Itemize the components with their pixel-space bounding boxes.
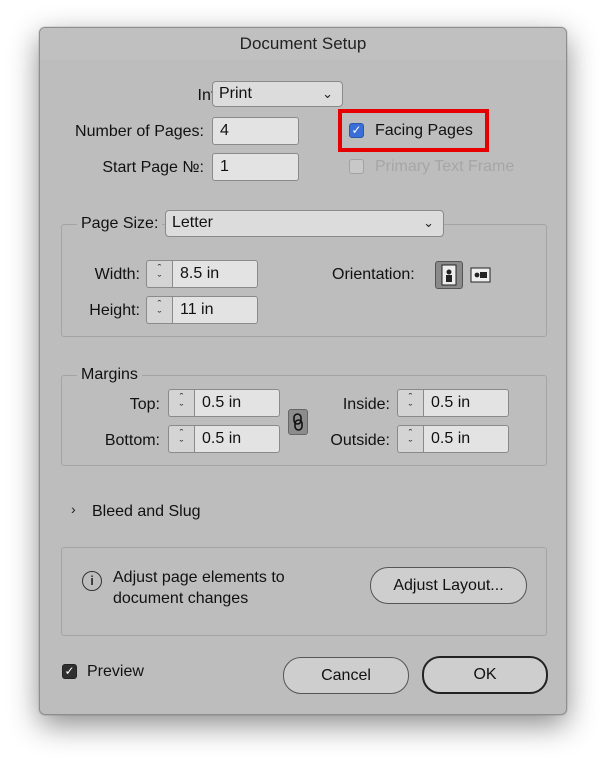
inside-margin-field[interactable]: 0.5 in (423, 389, 509, 417)
facing-pages-highlight (338, 109, 489, 152)
top-margin-label: Top: (129, 396, 160, 413)
landscape-icon (470, 267, 491, 283)
dialog-title: Document Setup (40, 28, 566, 60)
pages-label: Number of Pages: (75, 123, 204, 140)
chevron-right-icon[interactable]: › (71, 501, 76, 517)
ok-button[interactable]: OK (422, 656, 548, 694)
adjust-layout-button[interactable]: Adjust Layout... (370, 567, 527, 604)
preview-checkbox[interactable]: ✓ (62, 664, 77, 679)
orientation-label: Orientation: (332, 266, 415, 283)
intent-select[interactable]: Print ⌄ (212, 81, 343, 107)
inside-margin-label: Inside: (342, 396, 390, 413)
info-icon: i (82, 571, 102, 591)
portrait-icon (441, 264, 457, 286)
intent-value: Print (219, 85, 252, 102)
start-page-label: Start Page №: (102, 159, 204, 176)
landscape-orientation-button[interactable] (469, 262, 493, 288)
width-field[interactable]: 8.5 in (172, 260, 258, 288)
number-of-pages-field[interactable]: 4 (212, 117, 299, 145)
height-field[interactable]: 11 in (172, 296, 258, 324)
chevron-down-icon: ⌄ (423, 215, 434, 230)
stepper-icon[interactable]: ˆˇ (168, 389, 194, 417)
stepper-icon[interactable]: ˆˇ (168, 425, 194, 453)
page-size-label: Page Size: (77, 215, 163, 233)
adjust-text-line2: document changes (113, 590, 249, 607)
outside-margin-label: Outside: (330, 432, 390, 449)
height-label: Height: (89, 302, 140, 319)
adjust-text-line1: Adjust page elements to (113, 569, 285, 586)
page-size-select[interactable]: Letter ⌄ (165, 210, 444, 237)
bottom-margin-field[interactable]: 0.5 in (194, 425, 280, 453)
outside-margin-field[interactable]: 0.5 in (423, 425, 509, 453)
bleed-and-slug-toggle[interactable]: Bleed and Slug (92, 503, 201, 521)
stepper-icon[interactable]: ˆˇ (397, 389, 423, 417)
start-page-field[interactable]: 1 (212, 153, 299, 181)
chevron-down-icon: ⌄ (322, 86, 333, 101)
portrait-orientation-button[interactable] (435, 261, 463, 289)
primary-text-frame-label: Primary Text Frame (375, 158, 515, 175)
margins-label: Margins (77, 366, 142, 384)
page-size-value: Letter (172, 214, 213, 231)
primary-text-frame-checkbox[interactable] (349, 159, 364, 174)
stepper-icon[interactable]: ˆˇ (146, 260, 172, 288)
cancel-button[interactable]: Cancel (283, 657, 409, 694)
stepper-icon[interactable]: ˆˇ (397, 425, 423, 453)
width-label: Width: (94, 266, 140, 283)
top-margin-field[interactable]: 0.5 in (194, 389, 280, 417)
stepper-icon[interactable]: ˆˇ (146, 296, 172, 324)
bottom-margin-label: Bottom: (104, 432, 160, 449)
preview-label[interactable]: Preview (87, 663, 144, 681)
